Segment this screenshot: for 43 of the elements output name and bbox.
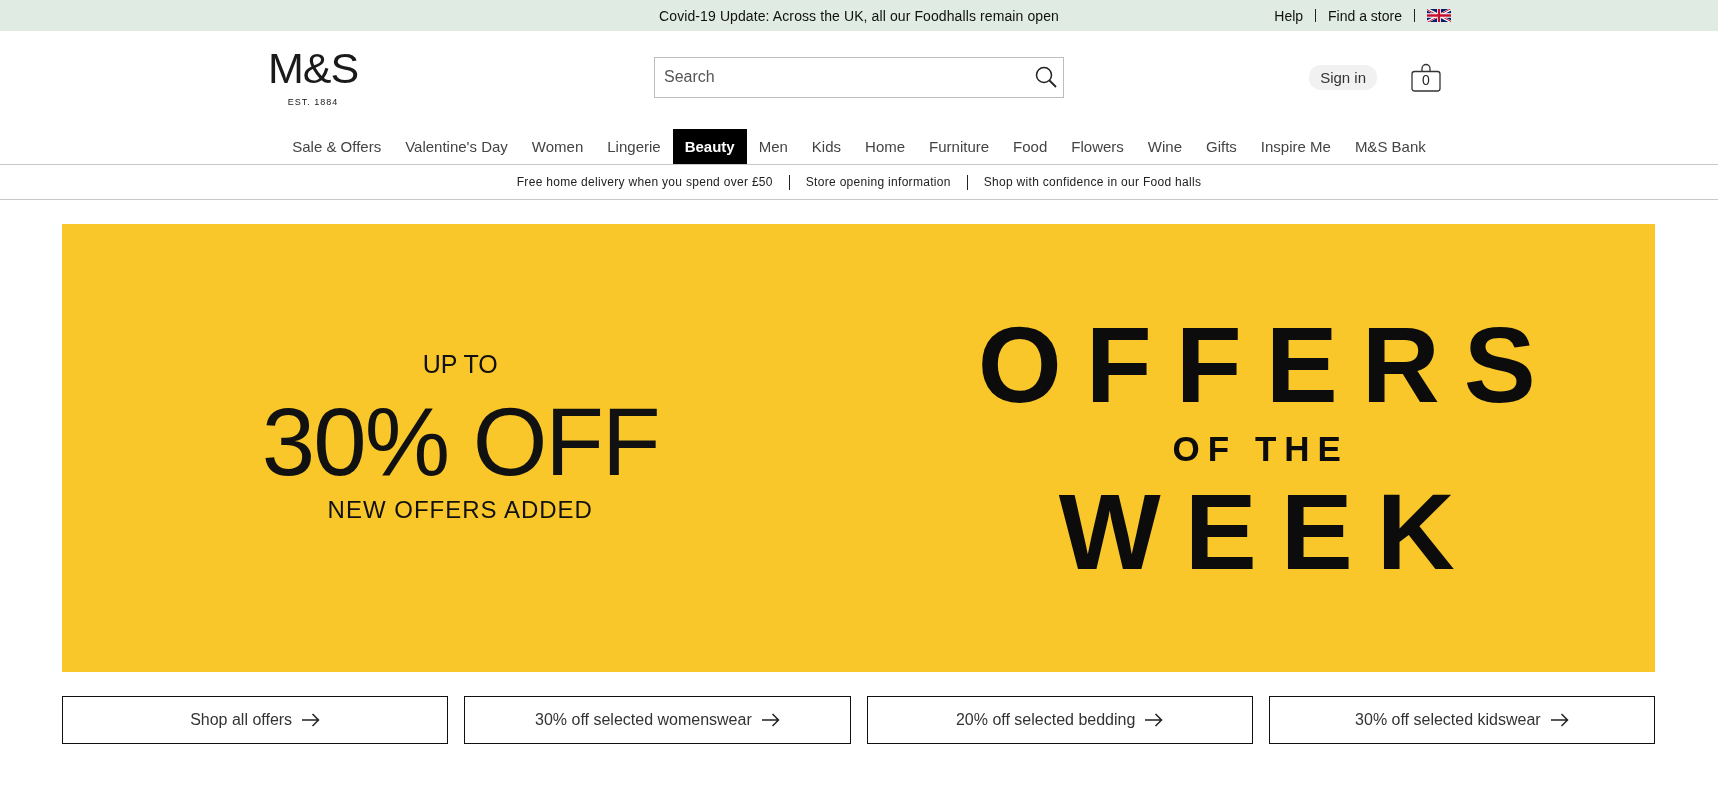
top-link[interactable]: Help xyxy=(1274,7,1304,24)
nav-tab[interactable]: Gifts xyxy=(1194,129,1249,164)
nav-tab[interactable]: Kids xyxy=(799,129,854,164)
search-icon[interactable] xyxy=(1035,65,1057,88)
nav-tab[interactable]: Food xyxy=(1001,129,1060,164)
promo-banner[interactable]: UP TO 30% OFF NEW OFFERS ADDED OFFERS OF THE WEEK xyxy=(62,224,1655,672)
info-link[interactable]: Shop with confidence in our Food halls xyxy=(983,175,1202,189)
offer-button[interactable]: 30% off selected kidswear xyxy=(1268,696,1655,744)
banner-title-line: OF THE xyxy=(1172,430,1349,466)
uk-flag-icon[interactable] xyxy=(1427,9,1451,22)
nav-tab[interactable]: Sale & Offers xyxy=(280,129,394,164)
arrow-right-icon xyxy=(302,713,321,727)
arrow-right-icon xyxy=(1550,713,1569,727)
banner-kicker: UP TO xyxy=(422,352,498,377)
nav-tab[interactable]: Women xyxy=(519,129,596,164)
banner-subline: NEW OFFERS ADDED xyxy=(327,498,593,522)
nav-tab[interactable]: M&S Bank xyxy=(1342,129,1438,164)
nav-tab[interactable]: Inspire Me xyxy=(1248,129,1343,164)
banner-title-line: OFFERS xyxy=(977,310,1560,419)
nav-tab[interactable]: Men xyxy=(746,129,800,164)
banner-title-line: WEEK xyxy=(1058,477,1479,586)
bag-icon xyxy=(1411,62,1441,92)
info-link[interactable]: Free home delivery when you spend over £50 xyxy=(516,175,773,189)
banner-headline: 30% OFF xyxy=(261,394,659,490)
offer-button[interactable]: Shop all offers xyxy=(62,696,449,744)
top-link[interactable]: Find a store xyxy=(1328,7,1402,24)
nav-tab[interactable]: Valentine's Day xyxy=(393,129,520,164)
basket-button[interactable]: 0 xyxy=(1411,62,1441,92)
nav-tab[interactable]: Home xyxy=(853,129,918,164)
nav-tab[interactable]: Lingerie xyxy=(595,129,673,164)
arrow-right-icon xyxy=(761,713,780,727)
logo[interactable]: M&S EST. 1884 xyxy=(267,47,359,107)
nav-tab[interactable]: Beauty xyxy=(672,129,747,164)
info-link[interactable]: Store opening information xyxy=(805,175,951,189)
announcement-text: Covid-19 Update: Across the UK, all our Foodhalls remain open xyxy=(659,7,1059,24)
nav-tab[interactable]: Furniture xyxy=(917,129,1002,164)
offer-button[interactable]: 30% off selected womenswear xyxy=(464,696,851,744)
arrow-right-icon xyxy=(1145,713,1164,727)
offer-button[interactable]: 20% off selected bedding xyxy=(866,696,1253,744)
nav-tab[interactable]: Flowers xyxy=(1059,129,1136,164)
nav-tab[interactable]: Wine xyxy=(1135,129,1194,164)
sign-in-button[interactable]: Sign in xyxy=(1309,64,1377,90)
search-field[interactable]: Search xyxy=(654,56,1064,98)
